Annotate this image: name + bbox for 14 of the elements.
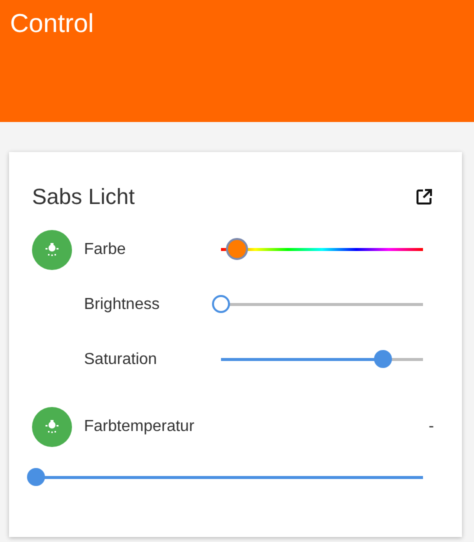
- card-title: Sabs Licht: [32, 184, 135, 210]
- control-label: Farbtemperatur: [84, 418, 196, 436]
- slider-thumb[interactable]: [226, 238, 248, 260]
- slider-thumb[interactable]: [27, 468, 45, 486]
- page-title: Control: [10, 8, 94, 38]
- control-label: Saturation: [84, 350, 158, 368]
- lightbulb-icon: [32, 406, 72, 446]
- lightbulb-icon: [32, 230, 72, 270]
- control-label: Brightness: [84, 296, 161, 314]
- control-label: Farbe: [84, 240, 127, 258]
- slider-thumb[interactable]: [212, 295, 230, 313]
- value-text: -: [428, 418, 434, 436]
- open-external-icon[interactable]: [416, 189, 432, 205]
- slider-thumb[interactable]: [374, 350, 392, 368]
